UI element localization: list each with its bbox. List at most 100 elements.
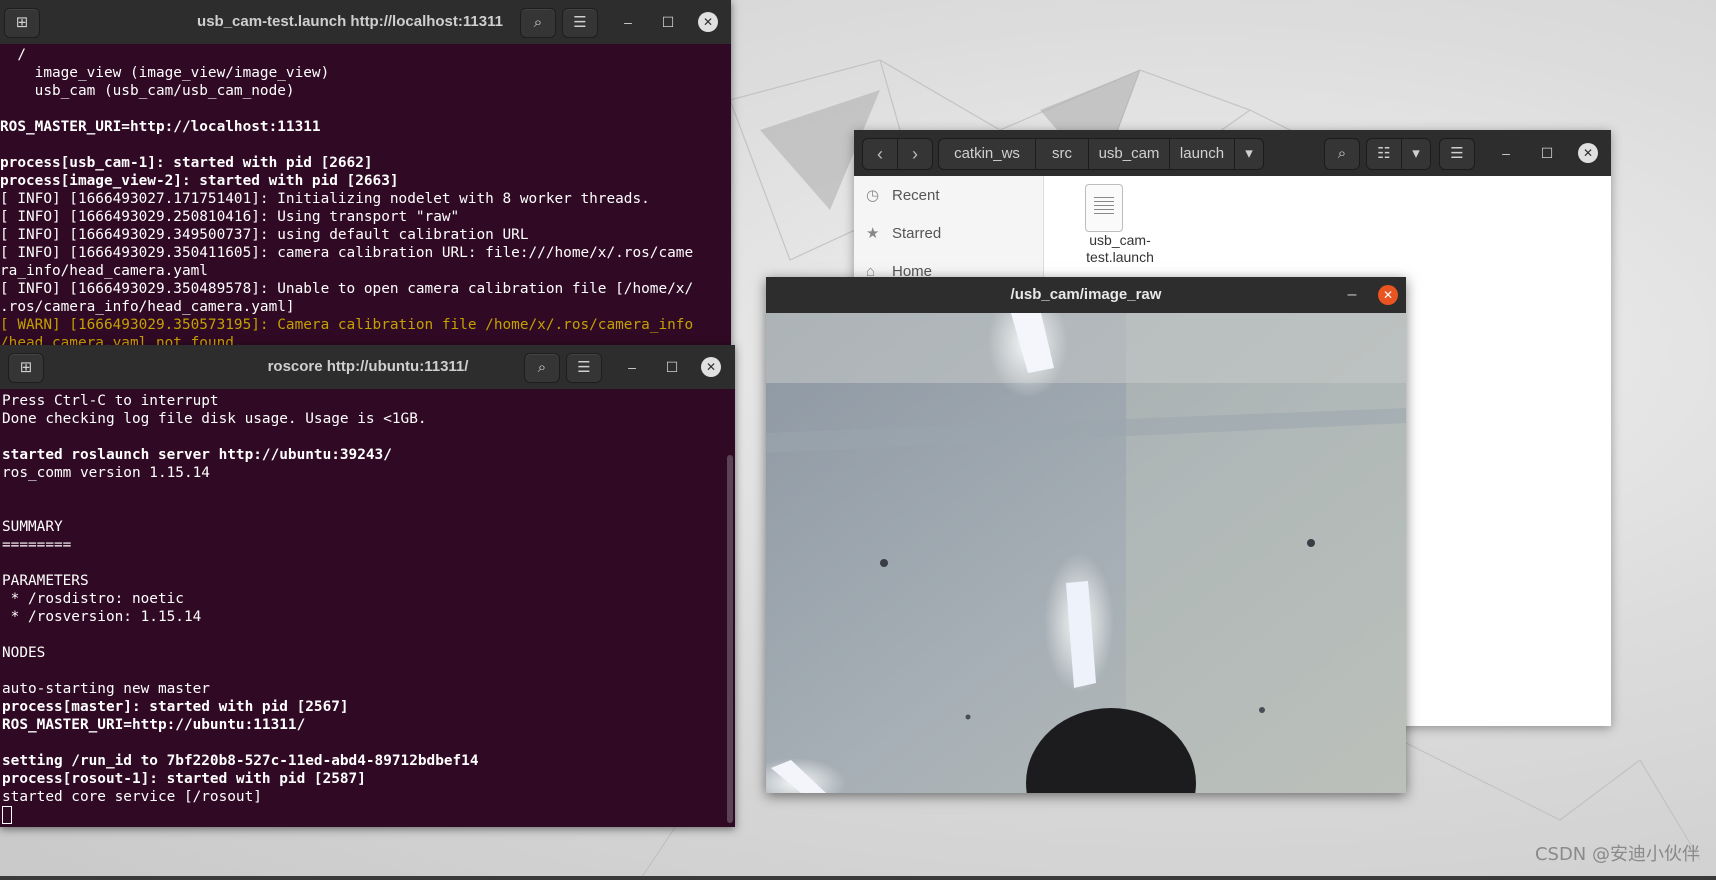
bottom-edge xyxy=(0,876,1716,880)
terminal-line: process[usb_cam-1]: started with pid [26… xyxy=(0,155,373,171)
launch-file-icon[interactable] xyxy=(1085,184,1123,232)
terminal-minimize-button[interactable]: – xyxy=(618,12,638,32)
star-icon: ★ xyxy=(866,225,880,242)
minimize-icon: – xyxy=(1347,286,1357,303)
terminal-line: started core service [/rosout] xyxy=(2,789,262,805)
chevron-down-icon: ▾ xyxy=(1412,145,1420,162)
terminal-line: process[image_view-2]: started with pid … xyxy=(0,173,399,189)
minimize-icon: – xyxy=(624,14,632,30)
view-list-button[interactable]: ☷ xyxy=(1366,138,1402,170)
breadcrumb-catkin-ws[interactable]: catkin_ws xyxy=(938,138,1036,170)
terminal-line: [ INFO] [1666493029.349500737]: using de… xyxy=(0,227,529,243)
terminal-roscore-output[interactable]: Press Ctrl-C to interrupt Done checking l… xyxy=(2,392,735,827)
files-maximize-button[interactable]: ☐ xyxy=(1537,143,1557,163)
terminal-prompt-line[interactable] xyxy=(2,806,735,824)
breadcrumb-launch[interactable]: launch xyxy=(1169,138,1235,170)
terminal-line: [ INFO] [1666493029.350489578]: Unable t… xyxy=(0,281,694,297)
forward-button[interactable]: › xyxy=(897,138,933,170)
terminal-roscore-window[interactable]: ⊞ roscore http://ubuntu:11311/ ⌕ ☰ – ☐ ✕… xyxy=(0,345,735,827)
terminal-line: setting /run_id to 7bf220b8-527c-11ed-ab… xyxy=(2,753,479,769)
breadcrumb-src[interactable]: src xyxy=(1035,138,1089,170)
terminal-line: NODES xyxy=(2,645,46,661)
terminal-close-button[interactable]: ✕ xyxy=(698,12,718,32)
terminal-line: [ INFO] [1666493029.250810416]: Using tr… xyxy=(0,209,460,225)
maximize-icon: ☐ xyxy=(1540,145,1554,161)
sidebar-item-label: Starred xyxy=(892,225,942,242)
terminal-maximize-button[interactable]: ☐ xyxy=(662,357,682,377)
new-tab-icon: ⊞ xyxy=(19,359,33,376)
terminal-line: started roslaunch server http://ubuntu:3… xyxy=(2,447,392,463)
image-view-minimize-button[interactable]: – xyxy=(1342,285,1362,305)
terminal-line: process[master]: started with pid [2567] xyxy=(2,699,349,715)
sidebar-item-recent[interactable]: ◷ Recent xyxy=(866,184,940,208)
files-menu-button[interactable]: ☰ xyxy=(1439,138,1475,170)
terminal-line: usb_cam (usb_cam/usb_cam_node) xyxy=(0,83,295,99)
terminal-line: ======== xyxy=(2,537,72,553)
sidebar-item-starred[interactable]: ★ Starred xyxy=(866,222,941,246)
maximize-icon: ☐ xyxy=(661,14,675,30)
terminal-line: [ WARN] [1666493029.350573195]: Camera c… xyxy=(0,317,694,333)
terminal-search-button[interactable]: ⌕ xyxy=(520,8,556,38)
image-view-close-button[interactable]: ✕ xyxy=(1378,285,1398,305)
launch-file-name[interactable]: usb_cam- test.launch xyxy=(1060,232,1180,266)
breadcrumb-dropdown[interactable]: ▾ xyxy=(1234,138,1264,170)
terminal-launch-headerbar: ⊞ usb_cam-test.launch http://localhost:1… xyxy=(0,0,731,44)
search-icon: ⌕ xyxy=(537,359,547,376)
files-close-button[interactable]: ✕ xyxy=(1578,143,1598,163)
files-search-button[interactable]: ⌕ xyxy=(1324,138,1360,170)
files-minimize-button[interactable]: – xyxy=(1496,143,1516,163)
terminal-line: [ INFO] [1666493029.350411605]: camera c… xyxy=(0,245,694,261)
terminal-launch-window[interactable]: ⊞ usb_cam-test.launch http://localhost:1… xyxy=(0,0,731,345)
view-options-button[interactable]: ▾ xyxy=(1401,138,1431,170)
terminal-line: SUMMARY xyxy=(2,519,63,535)
terminal-line: * /rosdistro: noetic xyxy=(2,591,184,607)
terminal-launch-output[interactable]: / image_view (image_view/image_view) usb… xyxy=(0,46,731,345)
back-button[interactable]: ‹ xyxy=(862,138,898,170)
terminal-close-button[interactable]: ✕ xyxy=(701,357,721,377)
chevron-right-icon: › xyxy=(912,144,918,164)
terminal-line: Press Ctrl-C to interrupt xyxy=(2,393,219,409)
minimize-icon: – xyxy=(628,359,636,375)
close-icon: ✕ xyxy=(1582,146,1594,160)
new-tab-button[interactable]: ⊞ xyxy=(8,353,44,383)
terminal-menu-button[interactable]: ☰ xyxy=(566,353,602,383)
close-icon: ✕ xyxy=(702,15,714,29)
terminal-line: .ros/camera_info/head_camera.yaml] xyxy=(0,299,295,315)
search-icon: ⌕ xyxy=(533,14,543,31)
terminal-maximize-button[interactable]: ☐ xyxy=(658,12,678,32)
text-cursor xyxy=(2,806,12,824)
close-icon: ✕ xyxy=(705,360,717,374)
camera-frame xyxy=(766,313,1406,793)
close-icon: ✕ xyxy=(1382,288,1394,302)
chevron-down-icon: ▾ xyxy=(1245,145,1253,162)
hamburger-menu-icon: ☰ xyxy=(577,359,591,376)
image-view-window[interactable]: /usb_cam/image_raw – ✕ xyxy=(766,277,1406,793)
image-view-title: /usb_cam/image_raw xyxy=(1010,286,1162,303)
terminal-line: /head_camera.yaml not found. xyxy=(0,335,243,345)
hamburger-menu-icon: ☰ xyxy=(573,14,587,31)
terminal-search-button[interactable]: ⌕ xyxy=(524,353,560,383)
breadcrumb-usb-cam[interactable]: usb_cam xyxy=(1088,138,1170,170)
terminal-line: ros_comm version 1.15.14 xyxy=(2,465,210,481)
new-tab-button[interactable]: ⊞ xyxy=(4,8,40,38)
terminal-line: ROS_MASTER_URI=http://ubuntu:11311/ xyxy=(2,717,306,733)
files-headerbar: ‹ › catkin_ws src usb_cam launch ▾ ⌕ ☷ ▾… xyxy=(854,130,1611,176)
terminal-line: PARAMETERS xyxy=(2,573,89,589)
terminal-scrollbar[interactable] xyxy=(727,455,733,823)
terminal-menu-button[interactable]: ☰ xyxy=(562,8,598,38)
list-view-icon: ☷ xyxy=(1377,145,1391,162)
maximize-icon: ☐ xyxy=(665,359,679,375)
terminal-line: / xyxy=(0,47,26,63)
terminal-line: [ INFO] [1666493027.171751401]: Initiali… xyxy=(0,191,650,207)
terminal-line: auto-starting new master xyxy=(2,681,210,697)
terminal-minimize-button[interactable]: – xyxy=(622,357,642,377)
camera-image xyxy=(766,313,1406,793)
